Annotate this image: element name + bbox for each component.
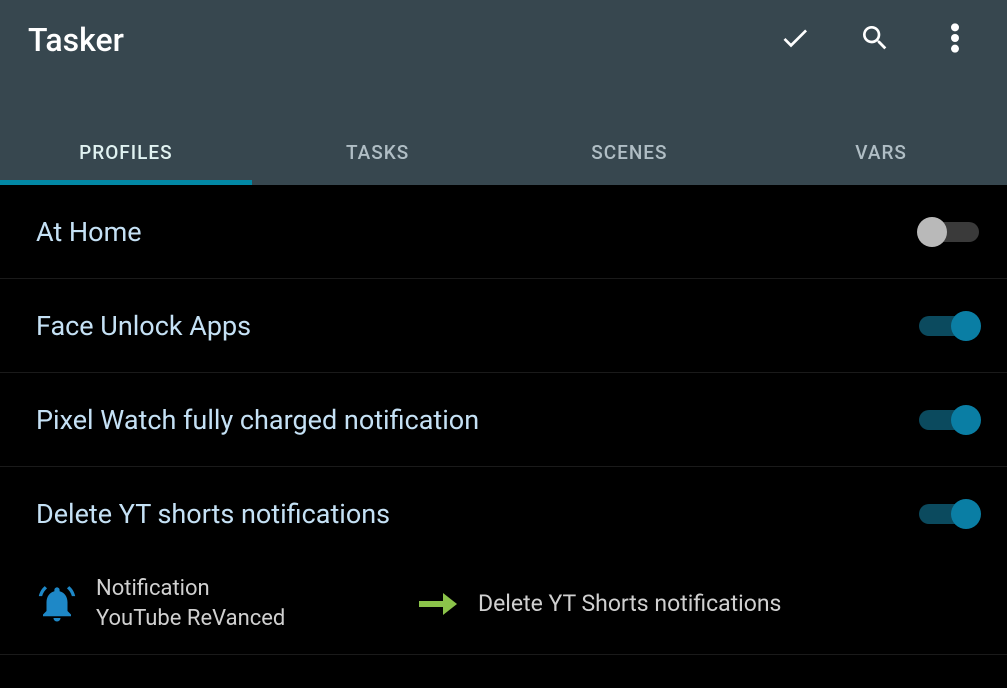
profiles-list: At Home Face Unlock Apps Pixel Watch ful… [0, 185, 1007, 655]
profile-row[interactable]: At Home [0, 185, 1007, 279]
tab-profiles[interactable]: PROFILES [0, 120, 252, 185]
toggle-thumb [951, 405, 981, 435]
profile-toggle[interactable] [919, 218, 979, 246]
profile-row[interactable]: Face Unlock Apps [0, 279, 1007, 373]
profile-expanded: Notification YouTube ReVanced Delete YT … [0, 561, 1007, 655]
profile-toggle[interactable] [919, 406, 979, 434]
profile-toggle[interactable] [919, 312, 979, 340]
profile-name: Pixel Watch fully charged notification [36, 404, 919, 436]
tab-bar: PROFILES TASKS SCENES VARS [0, 120, 1007, 185]
search-icon [859, 22, 891, 58]
toggle-thumb [951, 311, 981, 341]
profile-name: Face Unlock Apps [36, 310, 919, 342]
bell-icon [36, 583, 78, 625]
tab-tasks[interactable]: TASKS [252, 120, 504, 185]
profile-name: At Home [36, 216, 919, 248]
apply-button[interactable] [775, 20, 815, 60]
profile-name: Delete YT shorts notifications [36, 498, 919, 530]
app-header: Tasker PROFILES TASKS SCENES VARS [0, 0, 1007, 185]
app-title: Tasker [20, 21, 775, 59]
profile-context[interactable]: Notification YouTube ReVanced [96, 575, 396, 632]
tab-scenes[interactable]: SCENES [504, 120, 756, 185]
top-actions [775, 20, 987, 60]
search-button[interactable] [855, 20, 895, 60]
context-type: Notification [96, 575, 396, 603]
check-icon [779, 22, 811, 58]
tab-vars[interactable]: VARS [755, 120, 1007, 185]
profile-task[interactable]: Delete YT Shorts notifications [478, 590, 781, 617]
toggle-thumb [951, 499, 981, 529]
profile-row[interactable]: Delete YT shorts notifications [0, 467, 1007, 561]
more-vert-icon [951, 22, 959, 58]
top-bar: Tasker [0, 0, 1007, 80]
profile-toggle[interactable] [919, 500, 979, 528]
toggle-thumb [917, 217, 947, 247]
arrow-right-icon [414, 591, 460, 617]
more-menu-button[interactable] [935, 20, 975, 60]
profile-row[interactable]: Pixel Watch fully charged notification [0, 373, 1007, 467]
context-app: YouTube ReVanced [96, 605, 396, 633]
